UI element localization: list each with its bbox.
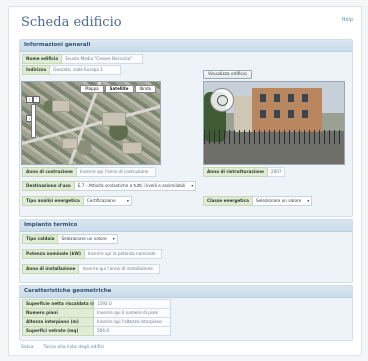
building-name-field: Nome edificio Scuola Media "Cesare Becca… xyxy=(22,53,144,64)
energy-class-label: Classe energetica xyxy=(203,195,253,206)
glazed-area-input[interactable]: 566.0 xyxy=(94,325,171,336)
chevron-down-icon: ▾ xyxy=(126,197,129,203)
back-to-list-link[interactable]: Torna alla lista degli edifici xyxy=(44,345,105,350)
year-renovated-input[interactable]: 2007 xyxy=(267,166,285,177)
street-window xyxy=(260,110,266,118)
address-field: Indirizzo Gessate, viale Europa 1 xyxy=(22,64,122,75)
energy-class-select-value: Selezionare un valore xyxy=(255,197,302,203)
map-type-tabs: Mappa Satellite Ibrida xyxy=(80,85,156,93)
street-window xyxy=(274,110,280,118)
map-tab-satellite[interactable]: Satellite xyxy=(104,85,134,93)
help-link[interactable]: Help xyxy=(342,17,353,23)
nominal-power-label: Potenza nominale (kW) xyxy=(22,248,85,259)
map-building xyxy=(52,100,70,112)
compass-icon[interactable] xyxy=(210,88,234,112)
install-year-label: Anno di installazione xyxy=(22,263,80,274)
use-field: Destinazione d'uso E.7 - Attività scolas… xyxy=(22,180,197,191)
use-select[interactable]: E.7 - Attività scolastiche a tutti i liv… xyxy=(74,180,197,191)
energy-analysis-select-value: Certificazione xyxy=(86,197,116,203)
boiler-type-select[interactable]: Selezionare un valore ▾ xyxy=(58,233,118,244)
energy-analysis-field: Tipo analisi energetica Certificazione ▾ xyxy=(22,195,132,206)
install-year-field: Anno di installazione Inserire qui l'ann… xyxy=(22,263,161,274)
footer-links: Salva Torna alla lista degli edifici xyxy=(21,345,104,350)
nominal-power-field: Potenza nominale (kW) Inserire qui la po… xyxy=(22,248,162,259)
pan-left-icon[interactable]: ‹ xyxy=(26,96,33,103)
street-view-image[interactable] xyxy=(203,81,345,165)
map-building xyxy=(102,112,126,126)
save-link[interactable]: Salva xyxy=(21,345,34,350)
year-renovated-label: Anno di ristrutturazione xyxy=(203,166,268,177)
building-name-label: Nome edificio xyxy=(22,53,63,64)
year-built-input[interactable]: Inserire qui l'anno di costruzione xyxy=(76,166,156,177)
street-window xyxy=(302,110,308,118)
zoom-slider[interactable] xyxy=(31,104,36,138)
geometry-heading: Caratteristiche geometriche xyxy=(20,286,352,298)
year-renovated-field: Anno di ristrutturazione 2007 xyxy=(203,166,285,177)
building-sheet-page: Scheda edificio Help Informazioni genera… xyxy=(8,6,362,356)
street-fence xyxy=(204,130,344,144)
energy-class-select[interactable]: Selezionare un valore ▾ xyxy=(252,195,313,206)
boiler-type-field: Tipo caldaia Selezionare un valore ▾ xyxy=(22,233,118,244)
energy-class-field: Classe energetica Selezionare un valore ▾ xyxy=(203,195,313,206)
view-building-button[interactable]: Visualizza edificio xyxy=(203,70,252,79)
street-window xyxy=(274,94,280,102)
map-building xyxy=(62,138,78,149)
use-select-value: E.7 - Attività scolastiche a tutti i liv… xyxy=(77,182,186,188)
energy-analysis-label: Tipo analisi energetica xyxy=(22,195,84,206)
boiler-type-select-value: Selezionare un valore xyxy=(61,235,107,241)
boiler-type-label: Tipo caldaia xyxy=(22,233,59,244)
street-window xyxy=(288,94,294,102)
chevron-down-icon: ▾ xyxy=(112,235,115,241)
chevron-down-icon: ▾ xyxy=(191,182,194,188)
chevron-down-icon: ▾ xyxy=(307,197,310,203)
map-tab-hybrid[interactable]: Ibrida xyxy=(134,85,156,93)
building-name-input[interactable]: Scuola Media "Cesare Beccaria" xyxy=(62,53,144,64)
install-year-input[interactable]: Inserire qui l'anno di installazione xyxy=(79,263,161,274)
map-building xyxy=(122,142,142,154)
page-title: Scheda edificio xyxy=(21,15,122,30)
address-input[interactable]: Gessate, viale Europa 1 xyxy=(50,64,122,75)
pan-up-icon[interactable]: ˄ xyxy=(33,96,40,103)
street-window xyxy=(260,94,266,102)
glazed-area-field: Superfici vetrate (mq) 566.0 xyxy=(22,325,171,336)
energy-analysis-select[interactable]: Certificazione ▾ xyxy=(83,195,132,206)
address-label: Indirizzo xyxy=(22,64,51,75)
satellite-map[interactable]: Mappa Satellite Ibrida ‹ ˄› xyxy=(21,81,161,165)
year-built-field: Anno di costruzione Inserire qui l'anno … xyxy=(22,166,156,177)
map-tab-map[interactable]: Mappa xyxy=(80,85,104,93)
nominal-power-input[interactable]: Inserire qui la potenza nominale xyxy=(84,248,162,259)
general-info-heading: Informazioni generali xyxy=(20,40,352,52)
heating-heading: Impianto termico xyxy=(20,220,352,232)
street-building xyxy=(234,96,254,132)
glazed-area-label: Superfici vetrate (mq) xyxy=(22,325,94,336)
year-built-label: Anno di costruzione xyxy=(22,166,77,177)
street-window xyxy=(302,94,308,102)
use-label: Destinazione d'uso xyxy=(22,180,75,191)
street-window xyxy=(288,110,294,118)
